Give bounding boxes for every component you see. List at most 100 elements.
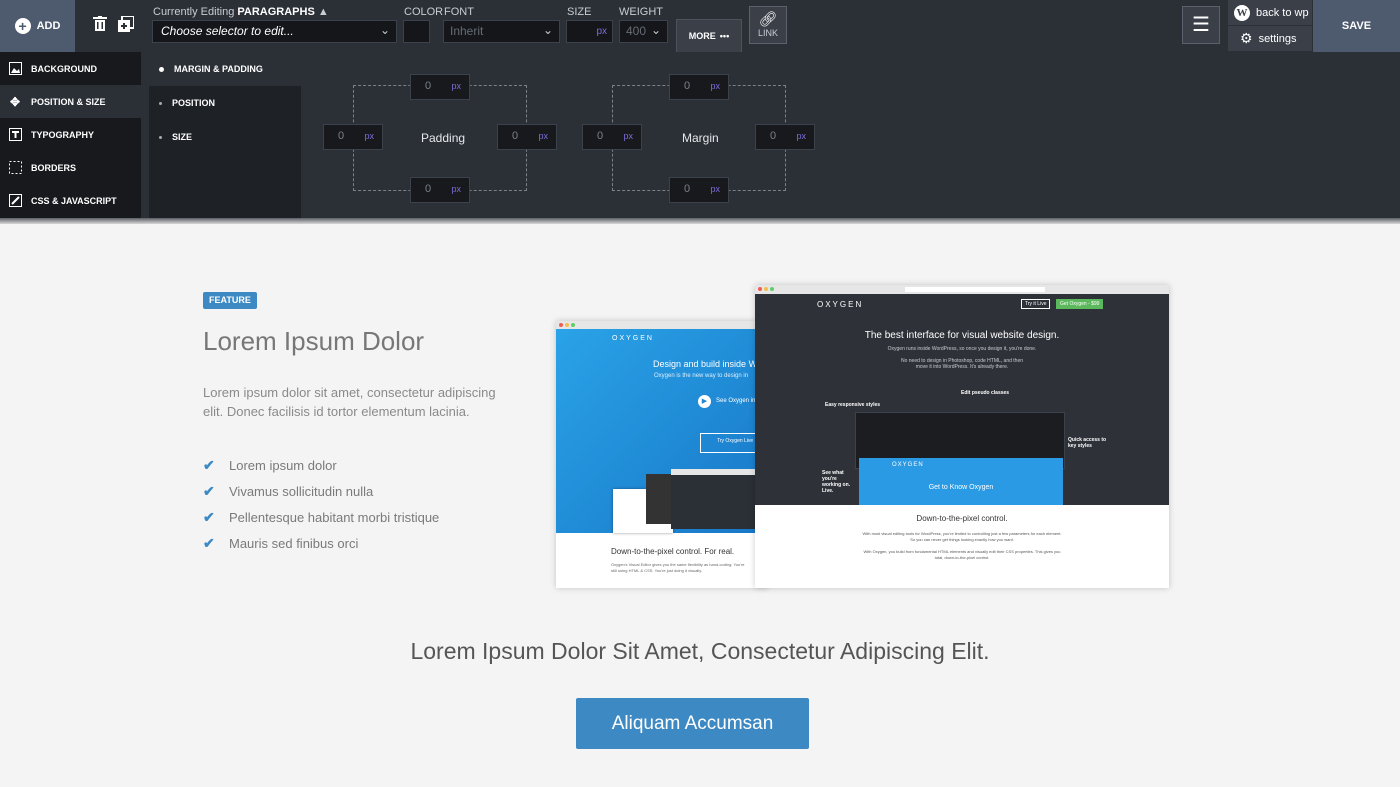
margin-left-value: 0 <box>597 130 604 142</box>
cta-button[interactable]: Aliquam Accumsan <box>576 698 809 749</box>
sub-item-label: SIZE <box>172 132 193 142</box>
margin-right-input[interactable]: 0 px <box>755 124 815 150</box>
maximize-dot-icon <box>571 323 575 327</box>
side-item-label: BORDERS <box>31 162 77 173</box>
side-item-borders[interactable]: BORDERS <box>0 151 141 184</box>
add-label: ADD <box>36 20 61 32</box>
browser-bar <box>556 321 768 329</box>
hero-subline-2: No need to design in Photoshop, code HTM… <box>900 358 1024 370</box>
padding-top-value: 0 <box>425 80 432 92</box>
delete-icon[interactable] <box>92 16 108 34</box>
side-item-label: BACKGROUND <box>31 63 97 74</box>
caret-up-icon[interactable]: ▲ <box>318 6 329 18</box>
address-bar <box>905 287 1045 292</box>
feature-badge: FEATURE <box>203 292 257 309</box>
image-icon <box>8 62 22 76</box>
minimize-dot-icon <box>565 323 569 327</box>
wordpress-icon: W <box>1234 4 1250 21</box>
side-item-background[interactable]: BACKGROUND <box>0 52 141 85</box>
margin-top-input[interactable]: 0 px <box>669 74 729 100</box>
save-button[interactable]: SAVE <box>1313 0 1400 52</box>
back-to-wp-label: back to wp <box>1256 6 1309 19</box>
plus-icon: + <box>14 18 31 34</box>
hero-headline: Design and build inside Wo <box>653 359 762 369</box>
try-live-button: Try it Live <box>1021 299 1051 309</box>
font-select[interactable]: Inherit ⌄ <box>443 20 560 43</box>
hero-subline: Oxygen runs inside WordPress, so once yo… <box>887 346 1037 352</box>
settings-label: settings <box>1258 32 1297 45</box>
duplicate-icon[interactable] <box>118 15 135 34</box>
footer-text: Oxygen's Visual Editor gives you the sam… <box>611 562 745 573</box>
feature-paragraph[interactable]: Lorem ipsum dolor sit amet, consectetur … <box>203 383 513 421</box>
side-item-label: CSS & JAVASCRIPT <box>31 195 117 206</box>
side-item-position-size[interactable]: ✥ POSITION & SIZE <box>0 85 141 118</box>
list-item[interactable]: ✔ Vivamus sollicitudin nulla <box>203 478 439 504</box>
size-label: SIZE <box>567 6 592 18</box>
hero-headline: The best interface for visual website de… <box>864 330 1060 341</box>
maximize-dot-icon <box>770 287 774 291</box>
color-label: COLOR <box>404 6 444 18</box>
menu-button[interactable]: ☰ <box>1182 6 1220 44</box>
unit-label: px <box>364 131 374 141</box>
unit-label: px <box>451 184 461 194</box>
checkmark-icon: ✔ <box>203 534 215 551</box>
side-item-label: TYPOGRAPHY <box>31 129 95 140</box>
padding-top-input[interactable]: 0 px <box>410 74 470 100</box>
selector-dropdown[interactable]: Choose selector to edit... ⌄ <box>152 20 397 43</box>
back-to-wp-link[interactable]: W back to wp <box>1228 0 1312 25</box>
gear-icon: ⚙ <box>1240 30 1253 46</box>
top-toolbar: + ADD Currently Editing PARAGRAPHS ▲ Cho… <box>0 0 1400 52</box>
padding-left-value: 0 <box>338 130 345 142</box>
move-icon: ✥ <box>9 94 21 109</box>
margin-right-value: 0 <box>770 130 777 142</box>
checkmark-icon: ✔ <box>203 508 215 525</box>
unit-label: px <box>710 81 720 91</box>
footer-text-2: With Oxygen, you build from fundamental … <box>863 549 1061 560</box>
margin-label: Margin <box>682 131 719 145</box>
list-item[interactable]: ✔ Lorem ipsum dolor <box>203 452 439 478</box>
mini-screenshot-3 <box>671 469 761 529</box>
margin-bottom-input[interactable]: 0 px <box>669 177 729 203</box>
blue-hero: OXYGEN Design and build inside Wo Oxygen… <box>556 329 768 533</box>
add-button[interactable]: + ADD <box>0 0 75 52</box>
color-swatch[interactable] <box>403 20 430 43</box>
checkmark-icon: ✔ <box>203 482 215 499</box>
settings-link[interactable]: ⚙ settings <box>1228 26 1312 51</box>
sub-item-label: MARGIN & PADDING <box>174 64 263 74</box>
ellipsis-icon: ••• <box>719 31 730 41</box>
footer-text-1: With most visual editing tools for WordP… <box>862 531 1062 542</box>
footer-title: Down-to-the-pixel control. <box>916 514 1008 523</box>
unit-label: px <box>451 81 461 91</box>
side-item-typography[interactable]: TYPOGRAPHY <box>0 118 141 151</box>
brand-logo: OXYGEN <box>612 335 654 342</box>
size-input[interactable]: px <box>566 20 613 43</box>
padding-right-input[interactable]: 0 px <box>497 124 557 150</box>
sub-item-position[interactable]: POSITION <box>149 86 301 120</box>
padding-left-input[interactable]: 0 px <box>323 124 383 150</box>
mini-brand: OXYGEN <box>892 462 924 468</box>
list-item[interactable]: ✔ Mauris sed finibus orci <box>203 530 439 556</box>
bullet-icon <box>159 135 162 139</box>
more-label: MORE <box>688 31 716 41</box>
link-icon: 🔗︎ <box>758 11 778 28</box>
feature-heading[interactable]: Lorem Ipsum Dolor <box>203 326 424 357</box>
weight-value: 400 <box>626 24 647 38</box>
font-label: FONT <box>444 6 474 18</box>
margin-left-input[interactable]: 0 px <box>582 124 642 150</box>
side-item-css-javascript[interactable]: CSS & JAVASCRIPT <box>0 184 141 217</box>
tagline[interactable]: Lorem Ipsum Dolor Sit Amet, Consectetur … <box>0 638 1400 665</box>
bullet-icon <box>159 101 162 105</box>
sub-item-margin-padding[interactable]: MARGIN & PADDING <box>149 52 301 86</box>
padding-right-value: 0 <box>512 130 519 142</box>
link-button[interactable]: 🔗︎ LINK <box>749 6 787 44</box>
hamburger-icon: ☰ <box>1192 14 1210 36</box>
code-icon <box>8 194 22 208</box>
list-item[interactable]: ✔ Pellentesque habitant morbi tristique <box>203 504 439 530</box>
borders-icon <box>8 161 22 175</box>
selector-placeholder: Choose selector to edit... <box>161 24 294 38</box>
weight-select[interactable]: 400 ⌄ <box>619 20 668 43</box>
more-tab[interactable]: MORE ••• <box>676 19 742 52</box>
padding-bottom-input[interactable]: 0 px <box>410 177 470 203</box>
sub-item-size[interactable]: SIZE <box>149 120 301 154</box>
annotation-quick-access: Quick access to key styles <box>1068 437 1107 449</box>
